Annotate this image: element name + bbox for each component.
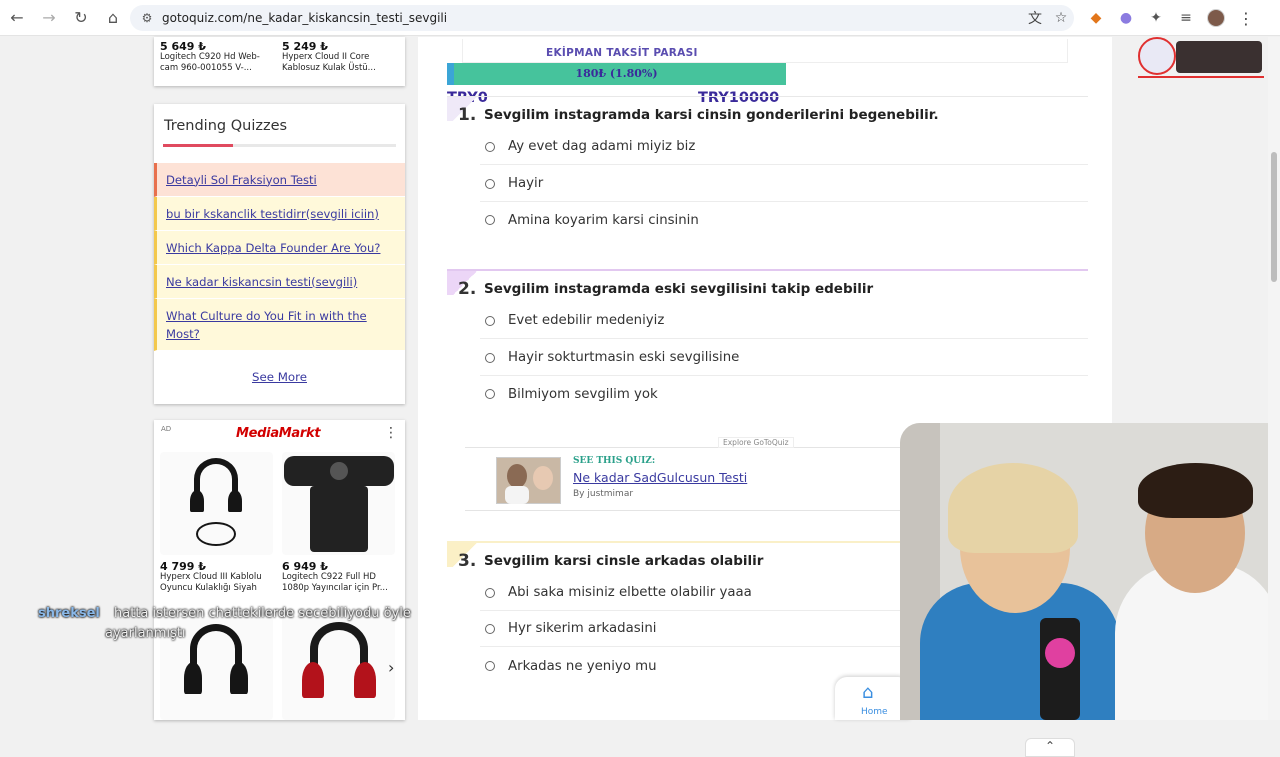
answer-label[interactable]: Bilmiyom sevgilim yok — [508, 387, 658, 402]
radio-button[interactable] — [485, 141, 495, 152]
page-scrollbar[interactable] — [1268, 37, 1280, 720]
trending-quizzes-card: Trending Quizzes Detayli Sol Fraksiyon T… — [154, 104, 405, 404]
trending-quiz-link[interactable]: Detayli Sol Fraksiyon Testi — [154, 163, 405, 197]
promo-author: By justmimar — [573, 489, 634, 499]
product-card[interactable]: 5 649 ₺ Logitech C920 Hd Web-cam 960-001… — [154, 37, 276, 86]
product-name: Logitech C920 Hd Web-cam 960-001055 V-..… — [160, 52, 260, 73]
radio-button[interactable] — [485, 587, 495, 598]
mediamarkt-ad[interactable]: AD MediaMarkt ⋮ 4 799 ₺ Hyperx Cloud III… — [154, 420, 405, 720]
answer-label[interactable]: Hayir sokturtmasin eski sevgilisine — [508, 350, 739, 365]
see-this-quiz-label: SEE THIS QUIZ: — [573, 456, 656, 466]
radio-button[interactable] — [485, 389, 495, 399]
extensions-area: ◆ ● ✦ ≡ ⋮ — [1084, 6, 1258, 30]
question-number: 1. — [458, 105, 477, 125]
home-label: Home — [861, 707, 888, 717]
promo-thumbnail[interactable] — [496, 457, 561, 504]
home-nav-button[interactable]: ⌂ Home — [835, 677, 910, 720]
see-more-link[interactable]: See More — [154, 370, 405, 384]
radio-button[interactable] — [485, 623, 495, 634]
more-menu-icon[interactable]: ⋮ — [1234, 6, 1258, 30]
range-max: TRY10000 — [698, 90, 780, 106]
answer-option[interactable]: Bilmiyom sevgilim yok — [480, 376, 1088, 412]
answer-label[interactable]: Ay evet dag adami miyiz biz — [508, 139, 695, 154]
answer-label[interactable]: Hyr sikerim arkadasini — [508, 621, 657, 636]
metamask-extension-icon[interactable]: ◆ — [1084, 6, 1108, 30]
radio-button[interactable] — [485, 352, 495, 363]
stream-chat-overlay: shreksel hatta istersen chattekilerde se… — [38, 604, 411, 644]
product-price: 4 799 ₺ — [160, 560, 206, 573]
bookmark-star-icon[interactable]: ☆ — [1048, 10, 1074, 26]
ad-options-icon[interactable]: ⋮ — [384, 425, 398, 441]
product-name: Hyperx Cloud III Kablolu Oyuncu Kulaklığ… — [160, 572, 262, 593]
question-number: 3. — [458, 551, 477, 571]
trending-quiz-link[interactable]: bu bir kskanclik testidirr(sevgili iciin… — [154, 197, 405, 231]
url-text[interactable]: gotoquiz.com/ne_kadar_kiskancsin_testi_s… — [160, 11, 1022, 25]
promo-quiz-link[interactable]: Ne kadar SadGulcusun Testi — [573, 470, 747, 485]
explore-label: Explore GoToQuiz — [718, 437, 794, 448]
address-bar[interactable]: ⚙ gotoquiz.com/ne_kadar_kiskancsin_testi… — [130, 5, 1074, 31]
ad-label: AD — [161, 425, 172, 433]
scroll-up-button[interactable]: ⌃ — [1025, 738, 1075, 757]
translate-icon[interactable]: 文 — [1022, 8, 1048, 28]
progress-label: 180₺ (1.80%) — [575, 67, 658, 80]
trending-title: Trending Quizzes — [164, 118, 288, 134]
question-divider — [447, 96, 1088, 97]
reload-icon[interactable]: ↻ — [66, 3, 96, 33]
trending-underline — [163, 144, 396, 147]
radio-button[interactable] — [485, 315, 495, 326]
extensions-puzzle-icon[interactable]: ✦ — [1144, 6, 1168, 30]
question-divider — [447, 269, 1088, 271]
answer-label[interactable]: Amina koyarim karsi cinsinin — [508, 213, 699, 228]
product-name: Hyperx Cloud II Core Kablosuz Kulak Üstü… — [282, 52, 376, 73]
site-settings-icon[interactable]: ⚙ — [134, 11, 160, 25]
trending-quiz-link[interactable]: What Culture do You Fit in with the Most… — [154, 299, 405, 351]
answer-label[interactable]: Arkadas ne yeniyo mu — [508, 659, 657, 674]
top-product-strip: 5 649 ₺ Logitech C920 Hd Web-cam 960-001… — [154, 37, 405, 86]
browser-toolbar: ← → ↻ ⌂ ⚙ gotoquiz.com/ne_kadar_kiskancs… — [0, 0, 1280, 36]
product-card[interactable]: 5 249 ₺ Hyperx Cloud II Core Kablosuz Ku… — [276, 37, 398, 86]
trending-quiz-link[interactable]: Ne kadar kiskancsin testi(sevgili) — [154, 265, 405, 299]
radio-button[interactable] — [485, 661, 495, 671]
question-text: Sevgilim instagramda eski sevgilisini ta… — [484, 281, 874, 297]
answer-label[interactable]: Evet edebilir medeniyiz — [508, 313, 664, 328]
carousel-next-icon[interactable]: › — [388, 658, 394, 677]
profile-avatar[interactable] — [1204, 6, 1228, 30]
chat-username: shreksel — [38, 606, 100, 621]
mediamarkt-logo: MediaMarkt — [236, 426, 321, 441]
trending-quiz-link[interactable]: Which Kappa Delta Founder Are You? — [154, 231, 405, 265]
streamer-webcam-feed — [900, 423, 1280, 720]
stream-overlay-badge — [1138, 37, 1264, 79]
answer-option[interactable]: Hayir — [480, 166, 1088, 202]
home-icon[interactable]: ⌂ — [98, 3, 128, 33]
answer-option[interactable]: Amina koyarim karsi cinsinin — [480, 202, 1088, 238]
answer-option[interactable]: Evet edebilir medeniyiz — [480, 303, 1088, 339]
answer-option[interactable]: Hayir sokturtmasin eski sevgilisine — [480, 340, 1088, 376]
question-text: Sevgilim instagramda karsi cinsin gonder… — [484, 107, 939, 123]
extension-icon[interactable]: ● — [1114, 6, 1138, 30]
media-control-icon[interactable]: ≡ — [1174, 6, 1198, 30]
webcam-product-image[interactable] — [282, 452, 395, 555]
radio-button[interactable] — [485, 178, 495, 189]
radio-button[interactable] — [485, 215, 495, 225]
taksit-title: EKİPMAN TAKSİT PARASI — [546, 47, 698, 59]
donation-progress-bar: 180₺ (1.80%) — [447, 63, 786, 85]
back-icon[interactable]: ← — [2, 3, 32, 33]
product-price: 5 649 ₺ — [160, 40, 206, 53]
answer-label[interactable]: Abi saka misiniz elbette olabilir yaaa — [508, 585, 752, 600]
answer-option[interactable]: Ay evet dag adami miyiz biz — [480, 129, 1088, 165]
product-price: 6 949 ₺ — [282, 560, 328, 573]
product-info[interactable]: 4 799 ₺ Hyperx Cloud III Kablolu Oyuncu … — [160, 561, 278, 594]
left-sidebar: 5 649 ₺ Logitech C920 Hd Web-cam 960-001… — [154, 37, 405, 720]
chat-message-cont: ayarlanmıştı — [105, 626, 186, 641]
product-name: Logitech C922 Full HD 1080p Yayıncılar i… — [282, 572, 388, 593]
forward-icon[interactable]: → — [34, 3, 64, 33]
question-text: Sevgilim karsi cinsle arkadas olabilir — [484, 553, 764, 569]
product-price: 5 249 ₺ — [282, 40, 328, 53]
chat-message: hatta istersen chattekilerde secebiliyod… — [114, 606, 411, 621]
question-number: 2. — [458, 279, 477, 299]
headset-product-image[interactable] — [160, 452, 273, 555]
home-icon: ⌂ — [862, 682, 874, 703]
product-info[interactable]: 6 949 ₺ Logitech C922 Full HD 1080p Yayı… — [282, 561, 400, 594]
answer-label[interactable]: Hayir — [508, 176, 543, 191]
